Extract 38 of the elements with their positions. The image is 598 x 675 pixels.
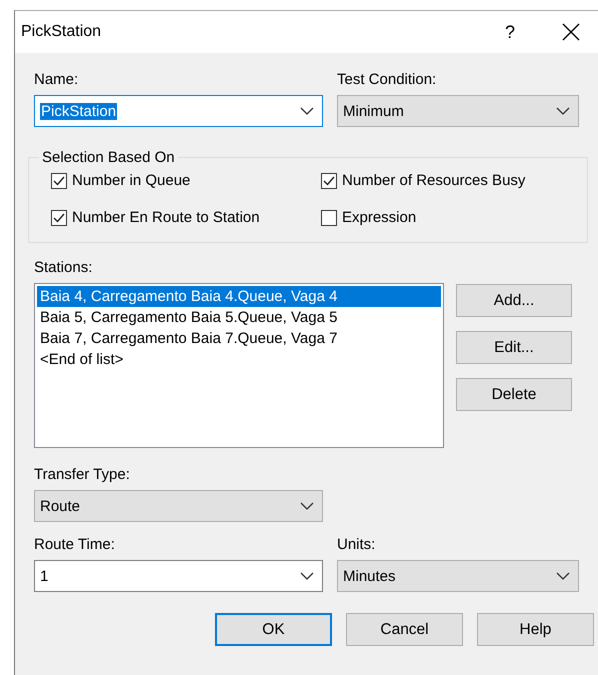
checkbox-label: Number in Queue: [72, 172, 190, 189]
field-label: Stations:: [34, 259, 94, 278]
list-item[interactable]: Baia 5, Carregamento Baia 5.Queue, Vaga 5: [37, 307, 441, 328]
window-title: PickStation: [21, 23, 102, 41]
close-icon: [562, 23, 580, 41]
list-button[interactable]: Delete: [456, 378, 572, 411]
dropdown[interactable]: Minimum: [337, 95, 579, 127]
chevron-down-icon: [300, 572, 314, 580]
help-button[interactable]: ?: [490, 13, 530, 51]
group-title: Selection Based On: [41, 149, 176, 166]
chevron-down-icon: [556, 572, 570, 580]
field-label: Route Time:: [34, 536, 116, 555]
field-label: Name:: [34, 71, 80, 90]
combo-box[interactable]: PickStation: [34, 95, 323, 127]
checkbox[interactable]: [321, 172, 337, 188]
dropdown[interactable]: Route: [34, 490, 323, 522]
list-item[interactable]: Baia 4, Carregamento Baia 4.Queue, Vaga 4: [37, 286, 441, 307]
field-label: Units:: [337, 536, 376, 555]
combo-box[interactable]: 1: [34, 560, 323, 592]
field-label: Transfer Type:: [34, 466, 131, 485]
field-label: Test Condition:: [337, 71, 438, 90]
chevron-down-icon: [300, 107, 314, 115]
list-button[interactable]: Add...: [456, 284, 572, 317]
checkbox-label: Number of Resources Busy: [342, 172, 526, 189]
checkbox[interactable]: [51, 172, 67, 188]
dialog-button[interactable]: Help: [477, 613, 594, 646]
chevron-down-icon: [300, 502, 314, 510]
checkbox-label: Number En Route to Station: [72, 209, 260, 226]
dialog-button[interactable]: OK: [215, 613, 332, 646]
checkbox-label: Expression: [342, 209, 416, 226]
chevron-down-icon: [556, 107, 570, 115]
dropdown[interactable]: Minutes: [337, 560, 579, 592]
checkbox[interactable]: [51, 210, 67, 226]
list-item[interactable]: Baia 7, Carregamento Baia 7.Queue, Vaga 7: [37, 328, 441, 349]
list-button[interactable]: Edit...: [456, 331, 572, 364]
list-item[interactable]: <End of list>: [37, 349, 441, 370]
dialog-button[interactable]: Cancel: [346, 613, 463, 646]
checkbox[interactable]: [321, 210, 337, 226]
